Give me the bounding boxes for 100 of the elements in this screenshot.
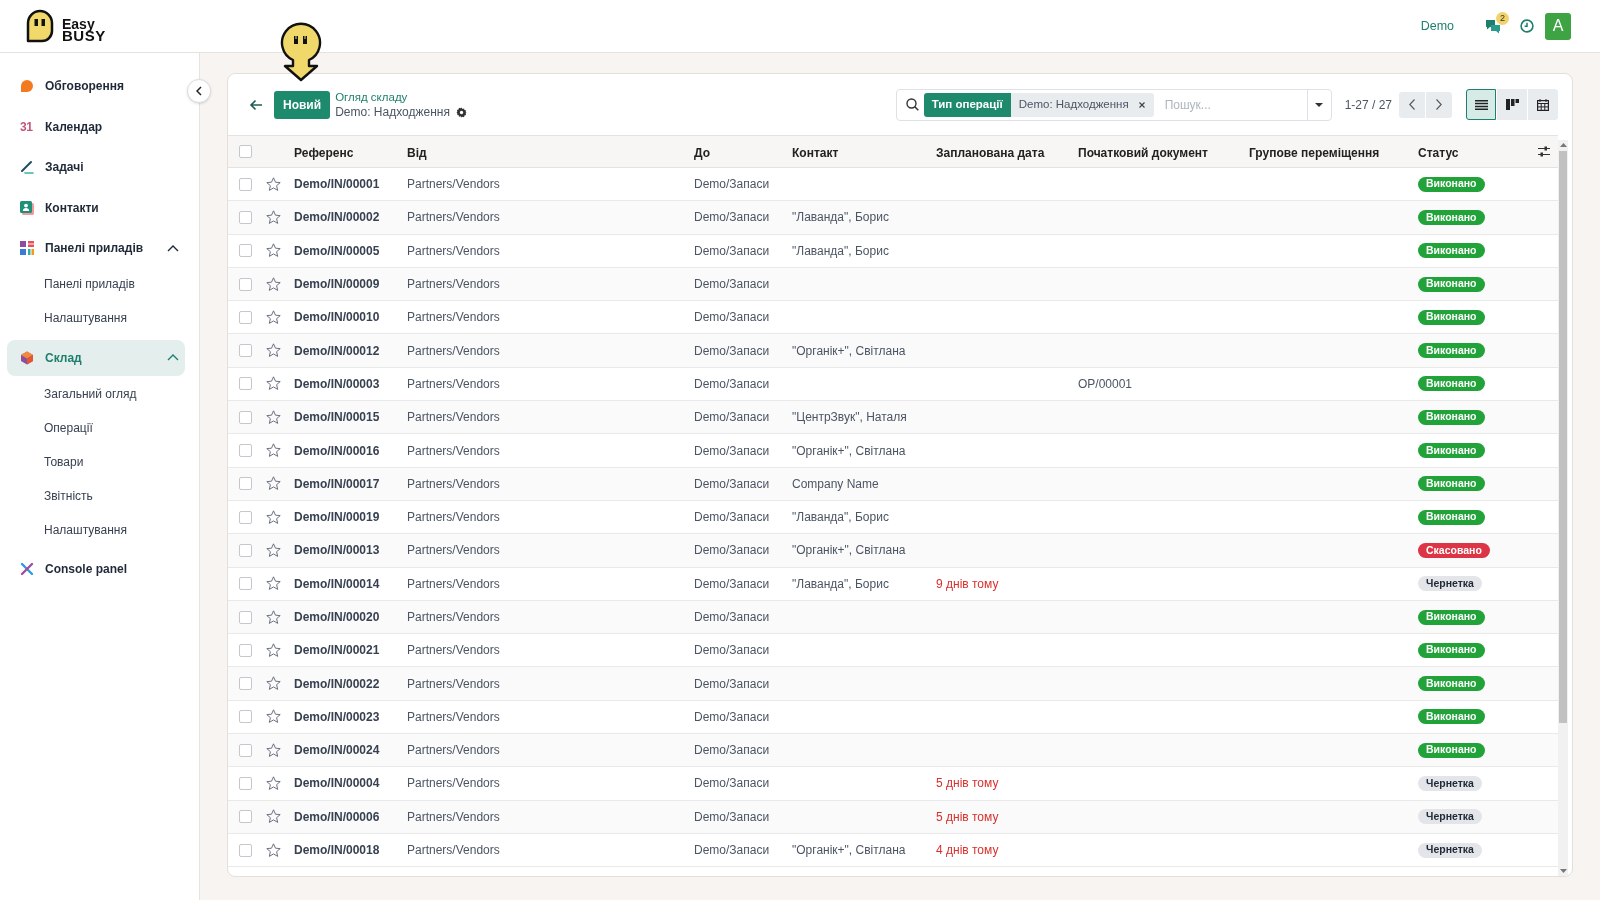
checkbox[interactable] bbox=[239, 577, 252, 591]
status-badge: Скасовано bbox=[1418, 542, 1490, 558]
sidebar-subitem[interactable]: Панелі приладів bbox=[7, 267, 192, 301]
checkbox[interactable] bbox=[239, 344, 252, 358]
sidebar-item[interactable]: Обговорення bbox=[7, 68, 185, 104]
table-row[interactable]: Demo/IN/00009 Partners/Vendors Demo/Запаси Виконано bbox=[228, 267, 1558, 302]
star-outline-icon[interactable] bbox=[266, 776, 281, 791]
checkbox[interactable] bbox=[239, 444, 252, 457]
checkbox[interactable] bbox=[239, 743, 252, 757]
star-outline-icon[interactable] bbox=[266, 642, 281, 658]
sidebar-subitem[interactable]: Налаштування bbox=[7, 301, 192, 335]
star-outline-icon[interactable] bbox=[266, 509, 281, 525]
table-row[interactable]: Demo/IN/00017 Partners/Vendors Demo/Запаси Company Name Виконано bbox=[228, 467, 1558, 501]
clock-icon[interactable] bbox=[1520, 19, 1534, 33]
star-outline-icon[interactable] bbox=[266, 576, 281, 592]
scroll-down-icon[interactable] bbox=[1559, 869, 1567, 873]
chat-icon[interactable] bbox=[1485, 18, 1501, 34]
star-outline-icon[interactable] bbox=[266, 176, 281, 192]
star-outline-icon[interactable] bbox=[266, 676, 281, 692]
chevron-up-icon[interactable] bbox=[167, 244, 179, 252]
star-outline-icon[interactable] bbox=[266, 309, 281, 325]
checkbox[interactable] bbox=[239, 810, 252, 824]
star-outline-icon[interactable] bbox=[266, 609, 281, 625]
star-outline-icon[interactable] bbox=[266, 343, 281, 359]
checkbox[interactable] bbox=[239, 177, 252, 191]
table-cell-text: Demo/IN/00005 bbox=[294, 242, 380, 260]
column-header[interactable]: Статус bbox=[1418, 145, 1459, 160]
star-outline-icon[interactable] bbox=[266, 476, 281, 492]
table-cell-text: Demo/Запаси bbox=[694, 442, 770, 460]
checkbox[interactable] bbox=[239, 410, 252, 424]
table-row[interactable]: Demo/IN/00006 Partners/Vendors Demo/Запаси 5 днів тому Чернетка bbox=[228, 800, 1558, 834]
table-row[interactable]: Demo/IN/00012 Partners/Vendors Demo/Запаси "Органік+", Світлана Виконано bbox=[228, 334, 1558, 368]
column-header[interactable]: Запланована дата bbox=[936, 145, 1045, 160]
column-header[interactable]: Контакт bbox=[792, 145, 839, 160]
table-cell-text: 4 днів тому bbox=[936, 842, 999, 860]
sidebar-item[interactable]: Контакти bbox=[7, 189, 185, 226]
star-outline-icon[interactable] bbox=[266, 742, 281, 758]
table-row[interactable]: Demo/IN/00024 Partners/Vendors Demo/Запаси Виконано bbox=[228, 734, 1558, 768]
checkbox[interactable] bbox=[239, 777, 252, 790]
table-row[interactable]: Demo/IN/00022 Partners/Vendors Demo/Запаси Виконано bbox=[228, 667, 1558, 701]
checkbox[interactable] bbox=[239, 145, 252, 158]
column-header[interactable]: Від bbox=[407, 145, 427, 160]
column-header[interactable]: Початковий документ bbox=[1078, 145, 1208, 160]
sidebar-subitem[interactable]: Загальний огляд bbox=[7, 376, 192, 411]
star-outline-icon[interactable] bbox=[266, 209, 281, 225]
remove-icon[interactable] bbox=[1138, 101, 1145, 108]
next-page-button[interactable] bbox=[1426, 91, 1452, 118]
checkbox[interactable] bbox=[239, 677, 252, 691]
new-button[interactable]: Новий bbox=[274, 90, 331, 119]
checkbox[interactable] bbox=[239, 610, 252, 624]
search-input[interactable]: Пошук... bbox=[1164, 91, 1307, 118]
column-header[interactable]: До bbox=[694, 145, 711, 160]
sidebar-subitem[interactable]: Звітність bbox=[7, 478, 192, 513]
gear-icon[interactable] bbox=[455, 106, 467, 118]
star-outline-icon[interactable] bbox=[266, 809, 281, 825]
sidebar-item[interactable]: 31 Календар bbox=[7, 108, 185, 145]
column-header[interactable]: Групове переміщення bbox=[1249, 145, 1380, 160]
checkbox[interactable] bbox=[239, 244, 252, 258]
table-row[interactable]: Demo/IN/00002 Partners/Vendors Demo/Запаси "Лаванда", Борис Виконано bbox=[228, 201, 1558, 235]
sidebar-item[interactable]: Панелі приладів bbox=[7, 230, 185, 266]
sidebar-item[interactable]: Console panel bbox=[7, 551, 185, 587]
previous-page-button[interactable] bbox=[1399, 91, 1425, 118]
star-outline-icon[interactable] bbox=[266, 842, 281, 858]
star-outline-icon[interactable] bbox=[266, 376, 281, 392]
company-switcher[interactable]: Demo bbox=[1420, 16, 1454, 36]
star-outline-icon[interactable] bbox=[266, 443, 281, 458]
scrollbar[interactable] bbox=[1558, 140, 1568, 876]
view-switch-button[interactable] bbox=[1466, 89, 1496, 120]
sidebar-subitem[interactable]: Налаштування bbox=[7, 512, 192, 547]
checkbox[interactable] bbox=[239, 510, 252, 524]
star-outline-icon[interactable] bbox=[266, 243, 281, 259]
sidebar-subitem[interactable]: Товари bbox=[7, 444, 192, 479]
checkbox[interactable] bbox=[239, 310, 252, 324]
collapse-sidebar-button[interactable] bbox=[187, 79, 211, 103]
breadcrumb-link[interactable]: Огляд складу bbox=[335, 89, 408, 105]
checkbox[interactable] bbox=[239, 843, 252, 857]
search-bar[interactable]: Тип операції Demo: Надходження Пошук... bbox=[895, 88, 1332, 121]
scroll-up-icon[interactable] bbox=[1559, 143, 1567, 147]
checkbox[interactable] bbox=[239, 210, 252, 224]
star-outline-icon[interactable] bbox=[266, 542, 281, 558]
checkbox[interactable] bbox=[239, 543, 252, 557]
checkbox[interactable] bbox=[239, 710, 252, 724]
checkbox[interactable] bbox=[239, 277, 252, 291]
sidebar-item[interactable]: Склад bbox=[7, 339, 185, 376]
sidebar-item[interactable]: Задачі bbox=[7, 149, 185, 185]
star-outline-icon[interactable] bbox=[266, 276, 281, 292]
table-row[interactable]: Demo/IN/00013 Partners/Vendors Demo/Запаси "Органік+", Світлана Скасовано bbox=[228, 534, 1558, 568]
table-cell-text: 5 днів тому bbox=[936, 808, 999, 826]
star-outline-icon[interactable] bbox=[266, 409, 281, 425]
table-row[interactable]: Demo/IN/00020 Partners/Vendors Demo/Запаси Виконано bbox=[228, 600, 1558, 635]
scrollbar-thumb[interactable] bbox=[1559, 151, 1567, 723]
star-outline-icon[interactable] bbox=[266, 709, 281, 725]
sidebar-subitem[interactable]: Операції bbox=[7, 410, 192, 445]
table-cell-text: Partners/Vendors bbox=[407, 209, 500, 227]
column-header[interactable]: Референс bbox=[294, 145, 354, 160]
checkbox[interactable] bbox=[239, 377, 252, 391]
sliders-icon[interactable] bbox=[1538, 146, 1550, 157]
table-row[interactable]: Demo/IN/00015 Partners/Vendors Demo/Запаси "ЦентрЗвук", Наталя Виконано bbox=[228, 401, 1558, 435]
checkbox[interactable] bbox=[239, 477, 252, 491]
checkbox[interactable] bbox=[239, 643, 252, 657]
